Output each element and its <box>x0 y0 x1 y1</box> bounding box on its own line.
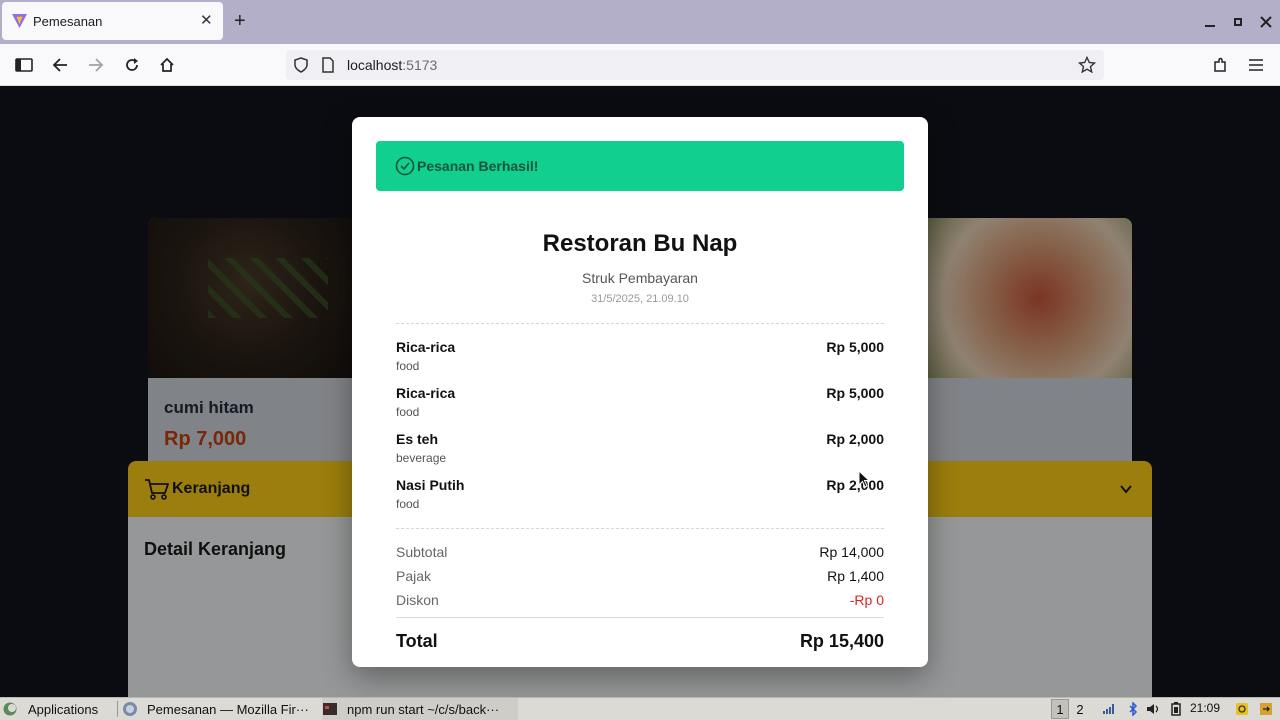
plus-icon[interactable]: + <box>234 11 246 31</box>
item-name: Nasi Putih <box>396 477 465 493</box>
discount-label: Diskon <box>396 592 439 608</box>
subtotal-value: Rp 14,000 <box>819 544 884 560</box>
browser-tab[interactable]: Pemesanan ✕ <box>2 2 223 40</box>
forward-icon[interactable] <box>86 55 106 75</box>
workspace-2[interactable]: 2 <box>1071 699 1089 719</box>
volume-icon[interactable] <box>1145 701 1161 717</box>
item-category: food <box>396 497 420 511</box>
receipt-modal: Pesanan Berhasil! Restoran Bu Nap Struk … <box>352 117 928 667</box>
browser-nav-bar: localhost:5173 <box>0 44 1280 86</box>
sidebar-icon[interactable] <box>14 55 34 75</box>
terminal-icon <box>323 703 337 715</box>
page-content: cumi hitam Rp 7,000 Keranjang Detail Ker… <box>0 86 1280 697</box>
network-icon[interactable] <box>1101 701 1117 717</box>
url-text[interactable]: localhost:5173 <box>347 57 437 73</box>
vite-favicon-icon <box>12 14 27 28</box>
mouse-cursor-icon <box>858 470 870 488</box>
minimize-icon[interactable] <box>1199 11 1221 33</box>
applications-icon <box>3 702 17 716</box>
bluetooth-icon[interactable] <box>1125 701 1141 717</box>
item-name: Rica-rica <box>396 385 456 401</box>
tax-value: Rp 1,400 <box>827 568 884 584</box>
receipt-datetime: 31/5/2025, 21.09.10 <box>591 293 689 305</box>
maximize-icon[interactable] <box>1227 11 1249 33</box>
star-icon[interactable] <box>1078 56 1096 74</box>
taskbar-task-terminal[interactable]: npm run start ~/c/s/back··· <box>322 698 518 720</box>
item-price: Rp 2,000 <box>826 431 884 447</box>
window-close-icon[interactable] <box>1255 11 1277 33</box>
task-label: Pemesanan — Mozilla Fir··· <box>147 701 309 717</box>
clock: 21:09 <box>1190 701 1221 715</box>
item-price: Rp 2,000 <box>826 477 884 493</box>
lock-screen-icon[interactable] <box>1234 701 1250 717</box>
item-category: food <box>396 405 420 419</box>
success-message: Pesanan Berhasil! <box>417 158 539 174</box>
total-value: Rp 15,400 <box>799 631 884 651</box>
receipt-item: Es teh beverage Rp 2,000 <box>396 431 884 471</box>
receipt-item: Rica-rica food Rp 5,000 <box>396 339 884 379</box>
close-icon[interactable]: ✕ <box>200 13 213 29</box>
item-name: Rica-rica <box>396 339 456 355</box>
separator <box>117 701 118 717</box>
menu-icon[interactable] <box>1246 55 1266 75</box>
tax-label: Pajak <box>396 568 432 584</box>
discount-row: Diskon -Rp 0 <box>396 592 884 610</box>
taskbar-task-firefox[interactable]: Pemesanan — Mozilla Fir··· <box>122 698 316 720</box>
battery-icon[interactable] <box>1168 701 1184 717</box>
tab-title: Pemesanan <box>33 14 103 29</box>
home-icon[interactable] <box>157 55 177 75</box>
subtotal-label: Subtotal <box>396 544 448 560</box>
back-icon[interactable] <box>50 55 70 75</box>
restaurant-name: Restoran Bu Nap <box>542 230 738 257</box>
receipt-subtitle: Struk Pembayaran <box>582 270 698 286</box>
check-circle-icon <box>395 156 415 176</box>
divider <box>396 528 884 529</box>
divider <box>396 617 884 618</box>
browser-tab-bar: Pemesanan ✕ + <box>0 0 1280 44</box>
discount-value: -Rp 0 <box>849 592 884 608</box>
item-category: food <box>396 359 420 373</box>
item-price: Rp 5,000 <box>826 339 884 355</box>
reload-icon[interactable] <box>122 55 142 75</box>
item-name: Es teh <box>396 431 439 447</box>
divider <box>396 323 884 324</box>
shield-icon[interactable] <box>293 57 309 73</box>
receipt-item: Nasi Putih food Rp 2,000 <box>396 477 884 517</box>
tax-row: Pajak Rp 1,400 <box>396 568 884 586</box>
page-icon <box>322 57 334 73</box>
system-taskbar: Applications Pemesanan — Mozilla Fir··· … <box>0 697 1280 720</box>
applications-label: Applications <box>28 701 99 717</box>
logout-icon[interactable] <box>1258 701 1274 717</box>
firefox-icon <box>123 702 137 716</box>
subtotal-row: Subtotal Rp 14,000 <box>396 544 884 562</box>
url-bar[interactable]: localhost:5173 <box>286 50 1104 80</box>
applications-menu[interactable]: Applications <box>2 698 116 720</box>
total-label: Total <box>396 631 438 651</box>
task-label: npm run start ~/c/s/back··· <box>347 701 500 717</box>
receipt-item: Rica-rica food Rp 5,000 <box>396 385 884 425</box>
workspace-1[interactable]: 1 <box>1051 699 1069 719</box>
item-category: beverage <box>396 451 447 465</box>
success-banner: Pesanan Berhasil! <box>376 141 904 191</box>
item-price: Rp 5,000 <box>826 385 884 401</box>
extensions-icon[interactable] <box>1210 55 1230 75</box>
